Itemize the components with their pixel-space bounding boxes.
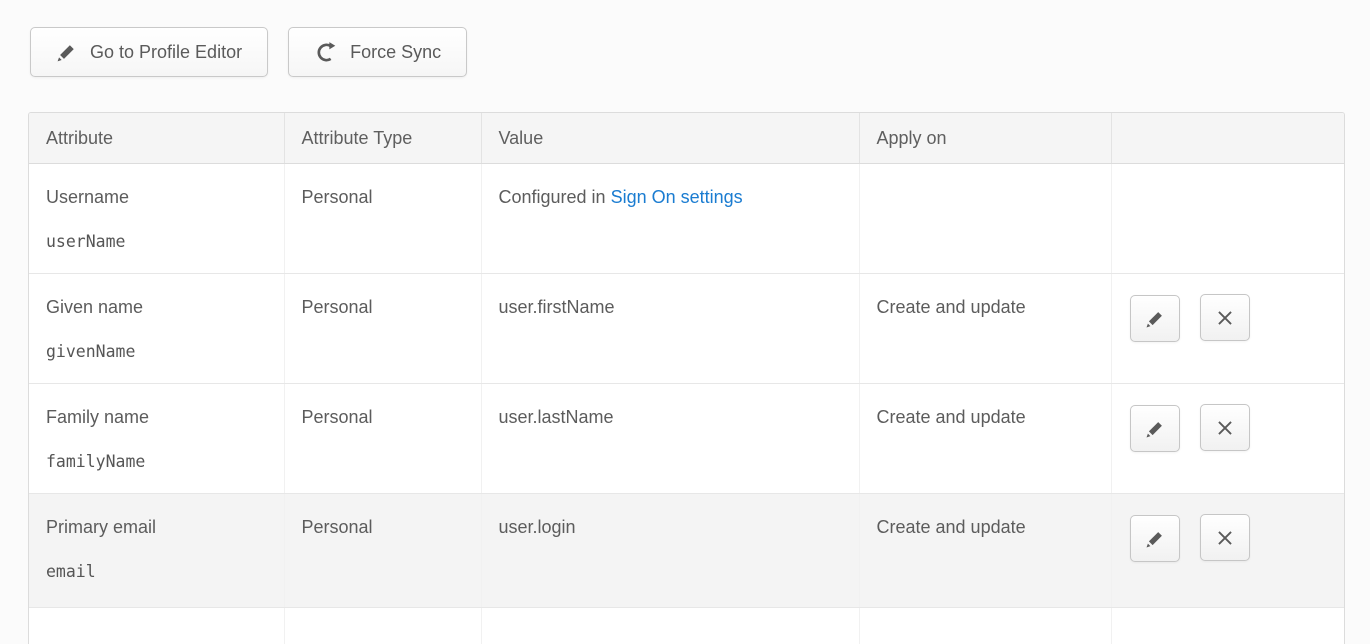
close-icon (1214, 307, 1236, 329)
table-row-primary-email: Primary email email Personal user.login … (29, 494, 1344, 608)
pencil-icon (1145, 419, 1165, 439)
go-to-profile-editor-button[interactable]: Go to Profile Editor (30, 27, 268, 77)
attribute-label: Given name (46, 297, 272, 317)
pencil-icon (1145, 529, 1165, 549)
actions-cell (1111, 384, 1344, 494)
edit-attribute-button[interactable] (1130, 515, 1180, 562)
close-icon (1214, 417, 1236, 439)
apply-on-cell: Create and update (859, 384, 1111, 494)
remove-attribute-button[interactable] (1200, 514, 1250, 561)
apply-on-text: Create and update (877, 517, 1026, 537)
apply-on-text: Create and update (877, 407, 1026, 427)
attribute-cell: Username userName (29, 164, 284, 274)
go-to-profile-editor-label: Go to Profile Editor (90, 42, 242, 63)
apply-on-cell: Create and update (859, 274, 1111, 384)
value-text: user.lastName (499, 407, 614, 427)
attribute-cell: Given name givenName (29, 274, 284, 384)
actions-cell (1111, 274, 1344, 384)
header-attribute-type: Attribute Type (284, 113, 481, 164)
attribute-mappings-table: Attribute Attribute Type Value Apply on … (28, 112, 1345, 644)
actions-cell (1111, 164, 1344, 274)
edit-attribute-button[interactable] (1130, 295, 1180, 342)
apply-on-cell (859, 164, 1111, 274)
value-cell: Configured in Sign On settings (481, 164, 859, 274)
value-text: Configured in (499, 187, 611, 207)
table-row-given-name: Given name givenName Personal user.first… (29, 274, 1344, 384)
pencil-icon (56, 42, 77, 63)
attribute-label: Username (46, 187, 272, 207)
attribute-type-cell: Personal (284, 384, 481, 494)
sign-on-settings-link[interactable]: Sign On settings (611, 187, 743, 207)
table-header-row: Attribute Attribute Type Value Apply on (29, 113, 1344, 164)
header-actions (1111, 113, 1344, 164)
attribute-cell: Family name familyName (29, 384, 284, 494)
attribute-type: Personal (302, 187, 373, 207)
remove-attribute-button[interactable] (1200, 404, 1250, 451)
actions-cell (1111, 494, 1344, 608)
value-cell: user.login (481, 494, 859, 608)
refresh-icon (314, 41, 337, 64)
table-row-partial (29, 608, 1344, 644)
attribute-type: Personal (302, 297, 373, 317)
table-row-family-name: Family name familyName Personal user.las… (29, 384, 1344, 494)
attribute-type-cell: Personal (284, 494, 481, 608)
header-apply-on: Apply on (859, 113, 1111, 164)
value-text: user.firstName (499, 297, 615, 317)
attribute-type: Personal (302, 517, 373, 537)
force-sync-button[interactable]: Force Sync (288, 27, 467, 77)
attribute-variable-name: userName (46, 233, 272, 251)
attribute-label: Family name (46, 407, 272, 427)
attribute-variable-name: email (46, 563, 272, 581)
attribute-type-cell: Personal (284, 164, 481, 274)
force-sync-label: Force Sync (350, 42, 441, 63)
value-cell: user.lastName (481, 384, 859, 494)
apply-on-cell: Create and update (859, 494, 1111, 608)
attribute-type: Personal (302, 407, 373, 427)
attribute-label: Primary email (46, 517, 272, 537)
close-icon (1214, 527, 1236, 549)
value-text: user.login (499, 517, 576, 537)
attribute-variable-name: givenName (46, 343, 272, 361)
apply-on-text: Create and update (877, 297, 1026, 317)
table-row-username: Username userName Personal Configured in… (29, 164, 1344, 274)
header-value: Value (481, 113, 859, 164)
edit-attribute-button[interactable] (1130, 405, 1180, 452)
attribute-type-cell: Personal (284, 274, 481, 384)
header-attribute: Attribute (29, 113, 284, 164)
attribute-cell: Primary email email (29, 494, 284, 608)
pencil-icon (1145, 309, 1165, 329)
attribute-variable-name: familyName (46, 453, 272, 471)
remove-attribute-button[interactable] (1200, 294, 1250, 341)
toolbar: Go to Profile Editor Force Sync (30, 27, 1370, 77)
value-cell: user.firstName (481, 274, 859, 384)
